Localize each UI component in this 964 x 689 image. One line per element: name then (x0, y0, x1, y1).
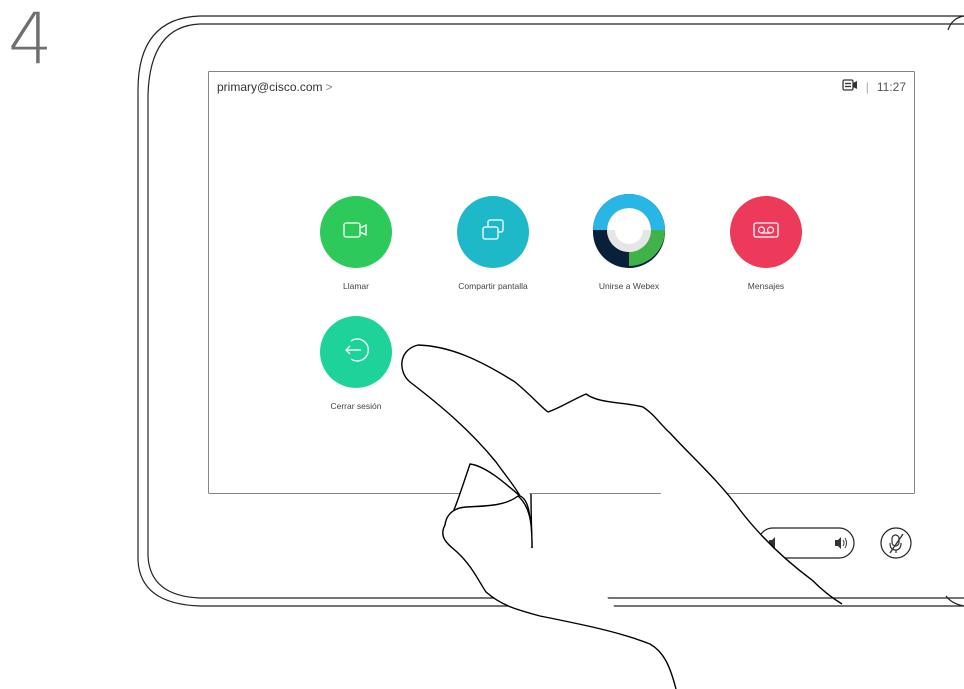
sign-out-icon (341, 335, 371, 370)
top-bar: primary@cisco.com > | 11:27 (209, 72, 914, 102)
camera-share-icon[interactable] (842, 79, 858, 94)
app-label: Mensajes (747, 281, 785, 291)
app-label: Compartir pantalla (458, 281, 528, 291)
app-label: Cerrar sesión (330, 401, 382, 411)
status-separator: | (865, 79, 869, 94)
app-mensajes[interactable]: Mensajes (716, 196, 816, 291)
app-llamar[interactable]: Llamar (306, 196, 406, 291)
app-unirse-webex[interactable]: Unirse a Webex (579, 193, 679, 291)
app-cerrar-sesion[interactable]: Cerrar sesión (306, 316, 406, 411)
microphone-mute-icon[interactable] (880, 527, 912, 559)
voicemail-icon (752, 221, 780, 244)
join-webex-button[interactable] (593, 193, 665, 271)
share-screen-icon (479, 217, 507, 248)
webex-logo-icon (593, 193, 665, 271)
account-menu[interactable]: primary@cisco.com > (217, 80, 333, 94)
clock: 11:27 (876, 79, 906, 94)
chevron-right-icon: > (325, 80, 333, 94)
share-screen-button[interactable] (457, 196, 529, 268)
bezel-controls (757, 527, 912, 559)
account-label: primary@cisco.com (217, 80, 323, 94)
app-compartir-pantalla[interactable]: Compartir pantalla (443, 196, 543, 291)
app-label: Unirse a Webex (598, 281, 660, 291)
sign-out-button[interactable] (320, 316, 392, 388)
status-area: | 11:27 (842, 79, 906, 94)
video-camera-icon (342, 220, 370, 245)
call-button[interactable] (320, 196, 392, 268)
messages-button[interactable] (730, 196, 802, 268)
touch-screen: primary@cisco.com > | 11:27 Llamar Compa… (209, 72, 914, 493)
app-label: Llamar (343, 281, 369, 291)
